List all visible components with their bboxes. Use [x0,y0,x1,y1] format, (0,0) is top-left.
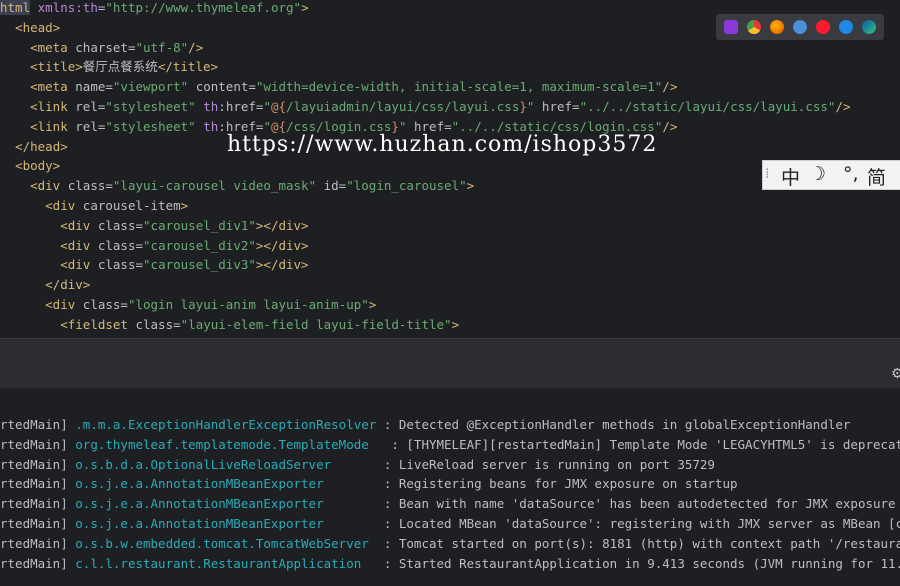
firefox-icon[interactable] [770,20,784,34]
browser-icon-1[interactable] [724,20,738,34]
run-panel-toolbar [0,362,900,389]
code-line[interactable]: html xmlns:th="http://www.thymeleaf.org"… [0,0,309,18]
code-line[interactable]: <title>餐厅点餐系统</title> [0,57,218,77]
log-line: rtedMain] o.s.j.e.a.AnnotationMBeanExpor… [0,516,900,531]
chrome-icon[interactable] [747,20,761,34]
ie-icon[interactable] [839,20,853,34]
edge-icon[interactable] [862,20,876,34]
code-line[interactable]: <div class="login layui-anim layui-anim-… [0,295,376,315]
code-line[interactable]: <div class="carousel_div2"></div> [0,236,308,256]
code-line[interactable]: <link rel="stylesheet" th:href="@{/layui… [0,97,850,117]
opera-icon[interactable] [816,20,830,34]
gear-icon[interactable]: ⚙ [891,366,900,382]
ime-lang-toggle[interactable]: 中 [781,163,800,190]
code-line[interactable]: <meta charset="utf-8"/> [0,38,203,58]
code-line[interactable]: </div> [0,275,90,295]
browser-launcher-bar [716,14,884,40]
code-line[interactable]: </head> [0,137,68,157]
code-line[interactable]: <meta name="viewport" content="width=dev… [0,77,677,97]
code-line[interactable]: <fieldset class="layui-elem-field layui-… [0,315,459,335]
log-line: rtedMain] o.s.b.w.embedded.tomcat.Tomcat… [0,535,900,551]
log-line: rtedMain] .m.m.a.ExceptionHandlerExcepti… [0,417,851,432]
code-line[interactable]: <div class="carousel_div1"></div> [0,216,308,236]
code-line[interactable]: <div class="carousel_div3"></div> [0,255,308,275]
ime-moon-icon[interactable]: ☽ [809,163,826,185]
safari-icon[interactable] [793,20,807,34]
code-line[interactable]: <head> [0,18,60,38]
ime-handle[interactable]: ⁞ [765,166,769,182]
log-line: rtedMain] c.l.l.restaurant.RestaurantApp… [0,555,900,571]
log-line: rtedMain] o.s.b.d.a.OptionalLiveReloadSe… [0,456,715,472]
code-line[interactable]: <div class="layui-carousel video_mask" i… [0,176,474,196]
ime-simplified-toggle[interactable]: 简 [867,163,886,190]
log-line: rtedMain] org.thymeleaf.templatemode.Tem… [0,436,900,452]
log-line: rtedMain] o.s.j.e.a.AnnotationMBeanExpor… [0,476,738,492]
panel-divider[interactable] [0,338,900,363]
watermark-url: https://www.huzhan.com/ishop3572 [227,132,658,157]
code-line[interactable]: <body> [0,156,60,176]
ime-toolbar: ⁞ 中 ☽ °, 简 [762,160,900,190]
ime-punct-toggle[interactable]: °, [843,163,859,185]
run-console[interactable]: rtedMain] .m.m.a.ExceptionHandlerExcepti… [0,388,900,586]
log-line: rtedMain] o.s.j.e.a.AnnotationMBeanExpor… [0,496,896,512]
code-line[interactable]: <div carousel-item> [0,196,188,216]
